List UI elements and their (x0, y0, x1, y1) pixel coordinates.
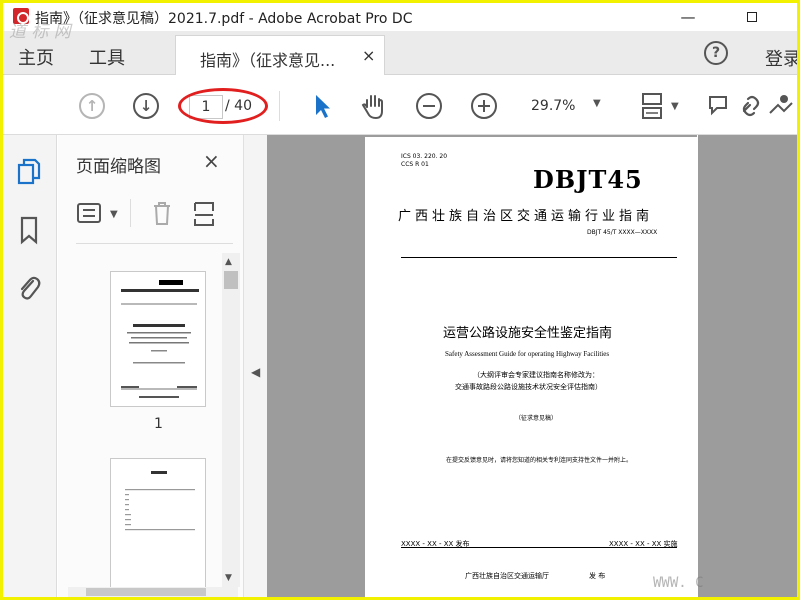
draft-label: （征求意见稿） (515, 415, 558, 422)
comment-icon[interactable] (706, 91, 736, 121)
left-rail (3, 135, 57, 597)
document-canvas-right (698, 135, 797, 597)
red-annotation-ellipse (178, 88, 268, 124)
bottom-rule (401, 547, 677, 548)
publisher-action: 发 布 (589, 572, 606, 580)
help-icon[interactable]: ? (704, 41, 728, 65)
login-button[interactable]: 登录 (765, 45, 797, 71)
main-toolbar: ↑ ↓ 1 / 40 29.7% ▼ ▼ (3, 75, 797, 135)
tools-divider (130, 199, 131, 227)
chevron-down-icon[interactable]: ▼ (671, 101, 679, 112)
thumbnail-page-2-preview (125, 471, 195, 531)
thumbnail-panel-title: 页面缩略图 (76, 157, 161, 177)
menu-tools[interactable]: 工具 (89, 44, 125, 70)
ccs-code: CCS R 01 (401, 161, 429, 168)
page-fit-icon[interactable] (637, 91, 667, 121)
menu-home[interactable]: 主页 (18, 44, 54, 70)
zoom-dropdown[interactable]: 29.7% ▼ (517, 96, 607, 118)
document-title: 运营公路设施安全性鉴定指南 (443, 326, 613, 341)
thumbnail-tools: ▼ (76, 197, 236, 231)
thumbnail-horizontal-scrollbar[interactable] (68, 587, 238, 597)
thumbnail-page-number: 1 (154, 416, 163, 432)
standard-code: DBJT 45/T XXXX—XXXX (587, 229, 658, 236)
title-note-line-1: （大纲评审会专家建议指南名称修改为： (473, 371, 599, 379)
document-title-en: Safety Assessment Guide for operating Hi… (445, 350, 610, 358)
link-icon[interactable] (736, 91, 766, 121)
ics-code: ICS 03. 220. 20 (401, 153, 448, 160)
select-cursor-icon[interactable] (307, 91, 337, 121)
scrollbar-thumb[interactable] (224, 271, 238, 289)
maximize-button[interactable] (729, 3, 775, 31)
panel-collapse-strip[interactable]: ◀ (243, 135, 267, 597)
top-rule (401, 257, 677, 258)
thumbnail-page-1[interactable] (110, 271, 206, 407)
previous-page-icon[interactable]: ↑ (79, 93, 105, 119)
thumbnail-scrollbar[interactable]: ▲ ▼ (222, 253, 240, 587)
window-title: 指南》（征求意见稿）2021.7.pdf - Adobe Acrobat Pro… (35, 11, 413, 27)
scroll-up-icon[interactable]: ▲ (225, 257, 232, 267)
sign-icon[interactable] (766, 91, 796, 121)
collapse-arrow-icon[interactable]: ◀ (251, 365, 260, 379)
horizontal-scrollbar-thumb[interactable] (86, 588, 206, 596)
document-tab-label: 指南》（征求意见... (200, 51, 336, 70)
document-tab[interactable]: 指南》（征求意见... × (175, 35, 385, 75)
title-bar: 指南》（征求意见稿）2021.7.pdf - Adobe Acrobat Pro… (3, 3, 797, 31)
bookmark-icon[interactable] (15, 215, 43, 245)
minimize-button[interactable]: — (665, 3, 711, 31)
menu-tab-bar: 主页 工具 指南》（征求意见... × ? 登录 (3, 31, 797, 75)
hand-tool-icon[interactable] (359, 91, 389, 121)
acrobat-window: 指南》（征求意见稿）2021.7.pdf - Adobe Acrobat Pro… (3, 3, 797, 597)
watermark-bottom-right: WWW. C (653, 575, 704, 591)
minimize-icon: — (680, 8, 696, 26)
trash-icon[interactable] (150, 199, 174, 227)
zoom-value: 29.7% (531, 98, 576, 114)
thumbnail-page-1-preview (121, 280, 199, 398)
thumbnail-divider (76, 243, 233, 244)
next-page-icon[interactable]: ↓ (133, 93, 159, 119)
scroll-down-icon[interactable]: ▼ (225, 573, 232, 583)
zoom-out-icon[interactable] (414, 91, 444, 121)
standard-series: DBJT45 (533, 165, 643, 194)
issuing-body-heading: 广西壮族自治区交通运输行业指南 (398, 209, 654, 224)
feedback-note: 在提交反馈意见时，请将您知道的相关专利连同支持性文件一并附上。 (446, 457, 633, 464)
pdf-page[interactable]: ICS 03. 220. 20 CCS R 01 DBJT45 广西壮族自治区交… (365, 137, 698, 597)
extract-pages-icon[interactable] (192, 199, 218, 227)
thumbnail-panel: 页面缩略图 × ▼ 1 ▲ ▼ (58, 135, 243, 597)
chevron-down-icon: ▼ (593, 98, 601, 109)
attachment-icon[interactable] (15, 273, 43, 303)
thumbnail-options-icon[interactable] (76, 201, 104, 225)
maximize-icon (747, 12, 757, 22)
chevron-down-icon[interactable]: ▼ (110, 209, 118, 220)
thumbnail-page-2[interactable] (110, 458, 206, 593)
toolbar-divider (279, 91, 280, 121)
close-tab-icon[interactable]: × (362, 46, 375, 65)
publisher: 广西壮族自治区交通运输厅 (465, 572, 549, 580)
zoom-in-icon[interactable] (469, 91, 499, 121)
page-thumbnails-icon[interactable] (15, 157, 43, 187)
watermark-top-left: 道 标 网 (9, 22, 71, 42)
title-note-line-2: 交通事故路段公路设施技术状况安全评估指南） (455, 383, 602, 391)
close-panel-icon[interactable]: × (203, 149, 220, 173)
